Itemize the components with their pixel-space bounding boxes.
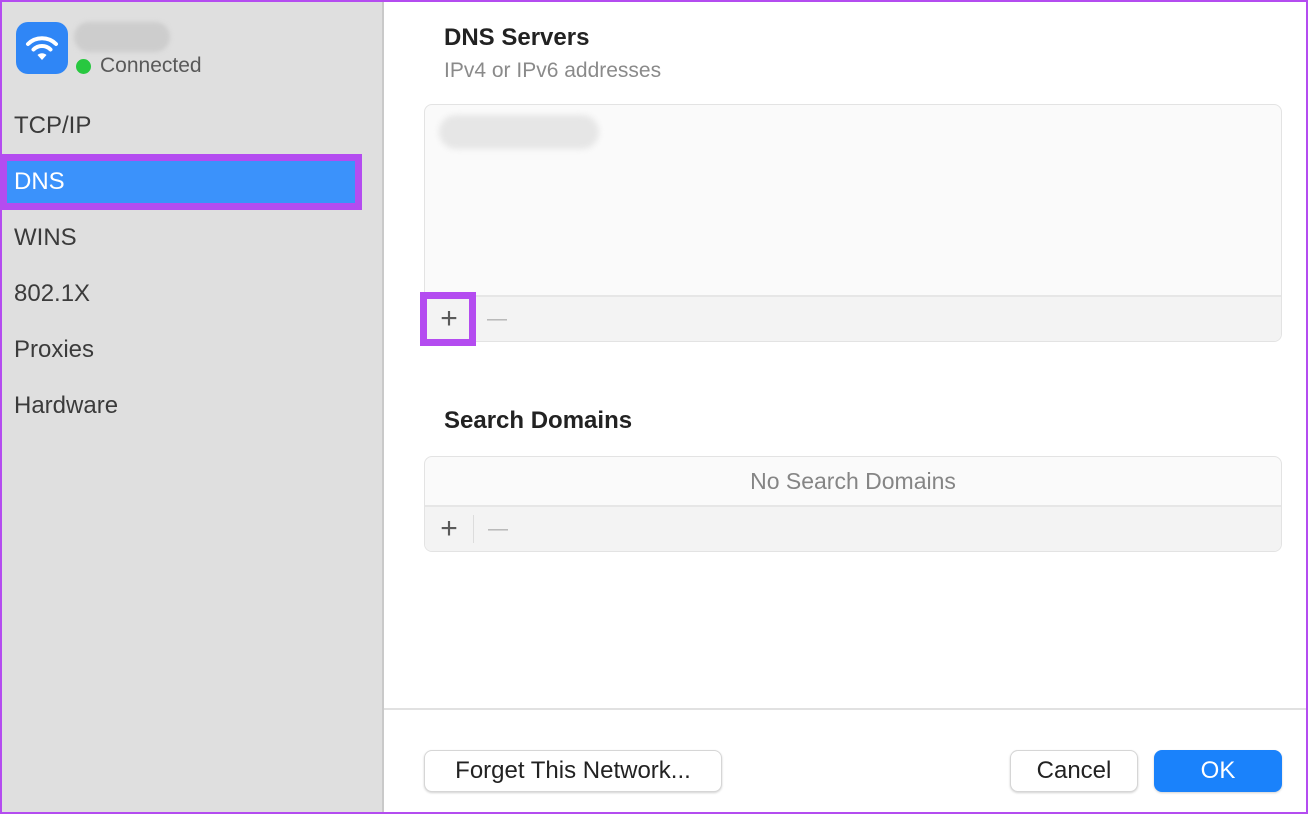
sidebar: Connected TCP/IP DNS WINS 802.1X Proxies… (0, 2, 384, 812)
footer-divider (384, 708, 1306, 710)
dns-server-entry-redacted[interactable] (439, 115, 599, 149)
search-domain-remove-button[interactable]: — (474, 506, 522, 551)
minus-icon: — (487, 307, 507, 330)
forget-network-button[interactable]: Forget This Network... (424, 750, 722, 792)
sidebar-item-proxies[interactable]: Proxies (2, 322, 382, 378)
sidebar-item-tcpip[interactable]: TCP/IP (2, 98, 382, 154)
network-name-redacted (74, 22, 170, 52)
sidebar-item-dns[interactable]: DNS (0, 154, 362, 210)
plus-icon: + (440, 512, 458, 545)
dns-servers-subtitle: IPv4 or IPv6 addresses (444, 59, 662, 82)
dns-remove-button[interactable]: — (473, 296, 521, 341)
sidebar-item-hardware[interactable]: Hardware (2, 378, 382, 434)
status-dot-icon (76, 58, 91, 74)
sidebar-nav: TCP/IP DNS WINS 802.1X Proxies Hardware (0, 98, 382, 434)
dns-add-highlight (420, 292, 476, 346)
search-domain-add-button[interactable]: + (425, 506, 473, 551)
status-text: Connected (100, 54, 202, 77)
dns-servers-list: + — (424, 104, 1282, 342)
search-domains-title: Search Domains (444, 407, 633, 434)
dns-servers-list-footer: + — (425, 295, 1281, 341)
sidebar-item-wins[interactable]: WINS (2, 210, 382, 266)
network-header: Connected (16, 22, 202, 78)
cancel-button[interactable]: Cancel (1010, 750, 1138, 792)
search-domains-list-footer: + — (425, 505, 1281, 551)
wifi-icon (16, 22, 68, 74)
dns-servers-list-body[interactable] (425, 105, 1281, 295)
search-domains-list: No Search Domains + — (424, 456, 1282, 552)
ok-button[interactable]: OK (1154, 750, 1282, 792)
minus-icon: — (488, 517, 508, 540)
dns-pane: DNS Servers IPv4 or IPv6 addresses + — S… (384, 2, 1306, 812)
connection-status: Connected (76, 54, 202, 78)
network-settings-window: Connected TCP/IP DNS WINS 802.1X Proxies… (0, 0, 1308, 814)
dns-servers-title: DNS Servers (444, 24, 590, 51)
sidebar-item-8021x[interactable]: 802.1X (2, 266, 382, 322)
search-domains-empty: No Search Domains (750, 467, 956, 494)
